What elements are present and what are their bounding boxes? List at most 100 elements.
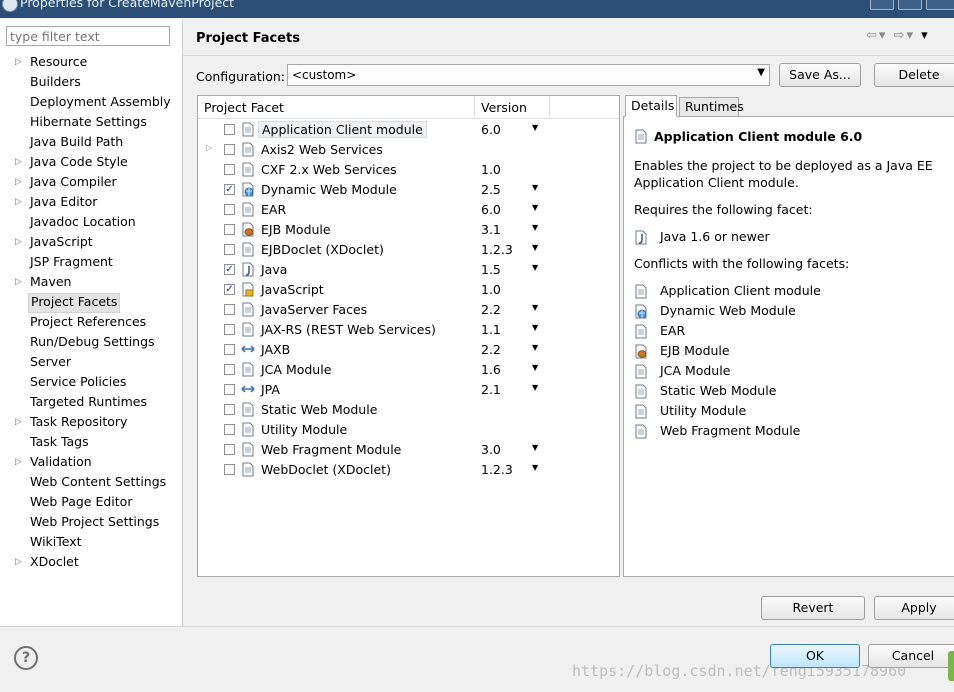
facet-checkbox[interactable] <box>224 364 235 375</box>
save-as-button[interactable]: Save As... <box>779 63 861 87</box>
facet-checkbox[interactable]: ✓ <box>224 264 235 275</box>
nav-item-web-project-settings[interactable]: Web Project Settings <box>30 513 159 531</box>
chevron-down-icon[interactable]: ▼ <box>532 243 538 252</box>
help-icon[interactable]: ? <box>14 646 38 670</box>
expand-arrow-icon[interactable]: ▷ <box>15 413 25 431</box>
facet-checkbox[interactable] <box>224 424 235 435</box>
revert-button[interactable]: Revert <box>761 596 865 620</box>
chevron-down-icon[interactable]: ▼ <box>532 363 538 372</box>
facet-row[interactable]: JAXB 2.2 ▼ <box>198 340 619 360</box>
expand-arrow-icon[interactable]: ▷ <box>15 233 25 251</box>
facet-checkbox[interactable] <box>224 384 235 395</box>
tab-runtimes[interactable]: Runtimes <box>679 97 744 117</box>
facet-version[interactable]: 2.1 <box>481 382 501 397</box>
nav-item-builders[interactable]: Builders <box>30 73 81 91</box>
nav-item-validation[interactable]: Validation <box>30 453 92 471</box>
facet-version[interactable]: 3.0 <box>481 442 501 457</box>
delete-button[interactable]: Delete <box>874 63 954 87</box>
facet-row[interactable]: EJB Module 3.1 ▼ <box>198 220 619 240</box>
facet-checkbox[interactable]: ✓ <box>224 184 235 195</box>
expand-arrow-icon[interactable]: ▷ <box>206 143 212 152</box>
facet-checkbox[interactable] <box>224 224 235 235</box>
nav-item-java-editor[interactable]: Java Editor <box>30 193 97 211</box>
facet-version[interactable]: 6.0 <box>481 202 501 217</box>
facet-checkbox[interactable] <box>224 164 235 175</box>
facet-checkbox[interactable] <box>224 344 235 355</box>
nav-item-java-compiler[interactable]: Java Compiler <box>30 173 117 191</box>
facet-version[interactable]: 1.1 <box>481 322 501 337</box>
chevron-down-icon[interactable]: ▼ <box>532 183 538 192</box>
facet-row[interactable]: ✓ Java 1.5 ▼ <box>198 260 619 280</box>
facet-version[interactable]: 1.5 <box>481 262 501 277</box>
nav-item-project-references[interactable]: Project References <box>30 313 146 331</box>
facet-version[interactable]: 1.2.3 <box>481 462 513 477</box>
facet-checkbox[interactable] <box>224 124 235 135</box>
expand-arrow-icon[interactable]: ▷ <box>15 53 25 71</box>
nav-item-web-content-settings[interactable]: Web Content Settings <box>30 473 166 491</box>
facet-row[interactable]: Application Client module 6.0 ▼ <box>198 120 619 140</box>
nav-item-deployment-assembly[interactable]: Deployment Assembly <box>30 93 171 111</box>
facet-checkbox[interactable] <box>224 144 235 155</box>
expand-arrow-icon[interactable]: ▷ <box>15 153 25 171</box>
expand-arrow-icon[interactable]: ▷ <box>15 173 25 191</box>
chevron-down-icon[interactable]: ▼ <box>532 343 538 352</box>
cancel-button[interactable]: Cancel <box>868 644 954 668</box>
configuration-select[interactable]: <custom> ▼ <box>287 64 770 86</box>
facet-row[interactable]: JAX-RS (REST Web Services) 1.1 ▼ <box>198 320 619 340</box>
nav-item-java-code-style[interactable]: Java Code Style <box>30 153 128 171</box>
facet-row[interactable]: Web Fragment Module 3.0 ▼ <box>198 440 619 460</box>
nav-item-hibernate-settings[interactable]: Hibernate Settings <box>30 113 147 131</box>
chevron-down-icon[interactable]: ▼ <box>532 123 538 132</box>
apply-button[interactable]: Apply <box>874 596 954 620</box>
column-header-facet[interactable]: Project Facet <box>204 100 284 115</box>
facet-version[interactable]: 1.2.3 <box>481 242 513 257</box>
facet-row[interactable]: JPA 2.1 ▼ <box>198 380 619 400</box>
facet-checkbox[interactable]: ✓ <box>224 284 235 295</box>
facet-checkbox[interactable] <box>224 324 235 335</box>
facet-checkbox[interactable] <box>224 244 235 255</box>
facet-row[interactable]: CXF 2.x Web Services 1.0 <box>198 160 619 180</box>
facet-row[interactable]: ▷ Axis2 Web Services <box>198 140 619 160</box>
nav-item-maven[interactable]: Maven <box>30 273 71 291</box>
view-menu-icon[interactable]: ▾ <box>921 28 930 43</box>
facet-version[interactable]: 6.0 <box>481 122 501 137</box>
nav-item-javadoc-location[interactable]: Javadoc Location <box>30 213 136 231</box>
expand-arrow-icon[interactable]: ▷ <box>15 273 25 291</box>
facet-row[interactable]: Static Web Module <box>198 400 619 420</box>
facet-version[interactable]: 2.2 <box>481 342 501 357</box>
facet-checkbox[interactable] <box>224 444 235 455</box>
nav-item-project-facets[interactable]: Project Facets <box>28 293 121 313</box>
facet-row[interactable]: JCA Module 1.6 ▼ <box>198 360 619 380</box>
nav-item-web-page-editor[interactable]: Web Page Editor <box>30 493 132 511</box>
facet-row[interactable]: JavaServer Faces 2.2 ▼ <box>198 300 619 320</box>
facet-row[interactable]: Utility Module <box>198 420 619 440</box>
chevron-down-icon[interactable]: ▼ <box>532 263 538 272</box>
facet-version[interactable]: 3.1 <box>481 222 501 237</box>
facet-checkbox[interactable] <box>224 404 235 415</box>
chevron-down-icon[interactable]: ▼ <box>532 383 538 392</box>
chevron-down-icon[interactable]: ▼ <box>532 323 538 332</box>
maximize-button[interactable] <box>898 0 922 10</box>
chevron-down-icon[interactable]: ▼ <box>532 223 538 232</box>
nav-item-task-tags[interactable]: Task Tags <box>30 433 89 451</box>
chevron-down-icon[interactable]: ▼ <box>532 203 538 212</box>
nav-item-service-policies[interactable]: Service Policies <box>30 373 126 391</box>
facet-row[interactable]: EJBDoclet (XDoclet) 1.2.3 ▼ <box>198 240 619 260</box>
facet-checkbox[interactable] <box>224 464 235 475</box>
ok-button[interactable]: OK <box>770 644 860 668</box>
nav-item-targeted-runtimes[interactable]: Targeted Runtimes <box>30 393 147 411</box>
tab-details[interactable]: Details <box>625 95 677 117</box>
filter-input[interactable] <box>6 26 170 46</box>
minimize-button[interactable] <box>870 0 894 10</box>
facet-version[interactable]: 1.6 <box>481 362 501 377</box>
facet-row[interactable]: ✓ JavaScript 1.0 <box>198 280 619 300</box>
nav-item-server[interactable]: Server <box>30 353 71 371</box>
facet-row[interactable]: ✓ Dynamic Web Module 2.5 ▼ <box>198 180 619 200</box>
nav-item-xdoclet[interactable]: XDoclet <box>30 553 79 571</box>
facet-checkbox[interactable] <box>224 204 235 215</box>
nav-item-jsp-fragment[interactable]: JSP Fragment <box>30 253 113 271</box>
nav-item-java-build-path[interactable]: Java Build Path <box>30 133 123 151</box>
expand-arrow-icon[interactable]: ▷ <box>15 193 25 211</box>
facet-row[interactable]: EAR 6.0 ▼ <box>198 200 619 220</box>
facet-version[interactable]: 2.5 <box>481 182 501 197</box>
